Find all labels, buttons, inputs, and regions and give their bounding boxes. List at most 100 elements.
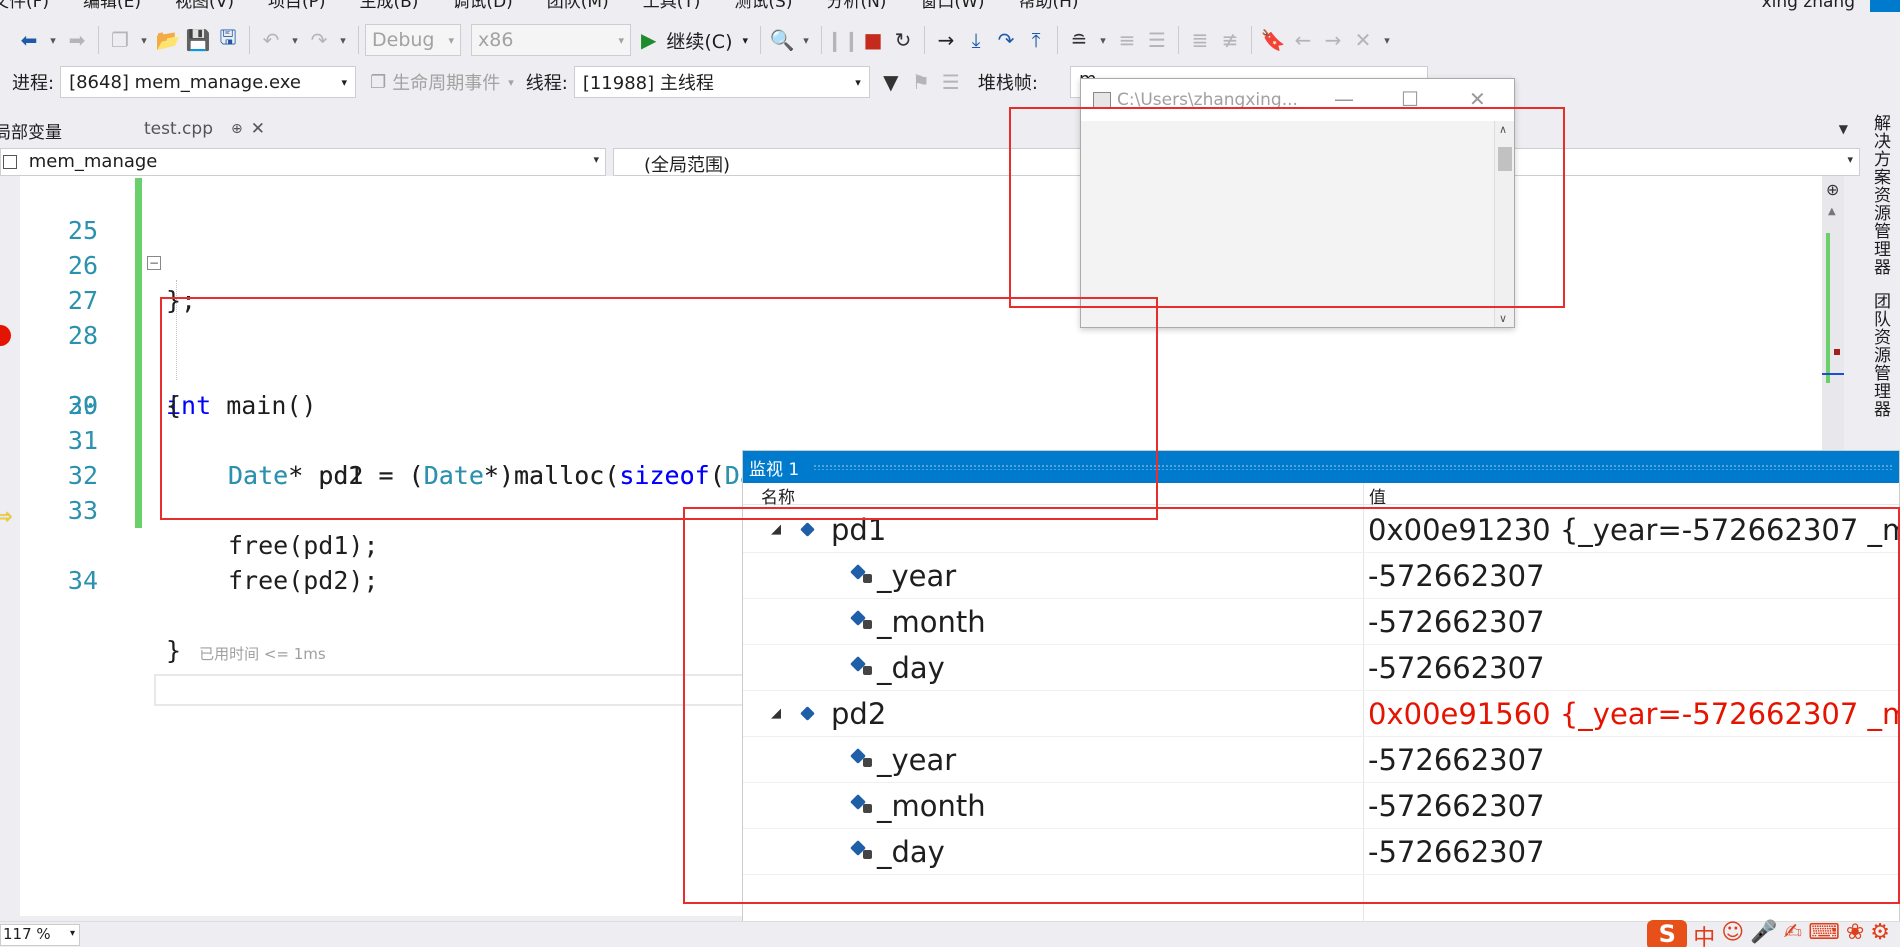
stack-icon[interactable]: ☰ (1142, 25, 1172, 55)
show-next-statement-icon[interactable]: → (931, 25, 961, 55)
toolbar-options-icon[interactable]: ▾ (1378, 25, 1396, 55)
column-header-value[interactable]: 值 (1369, 483, 1386, 508)
menu-build[interactable]: 生成(B) (360, 0, 419, 12)
toolbar-separator (249, 26, 250, 54)
ime-voice-icon[interactable]: 🎤 (1750, 920, 1777, 947)
change-bar (135, 493, 142, 528)
user-avatar[interactable]: XZ (1870, 0, 1900, 12)
tab-list-dropdown-icon[interactable]: ▼ (1839, 122, 1848, 136)
team-explorer-tab[interactable]: 团队资源管理器 (1868, 292, 1893, 418)
ime-emoji-icon[interactable]: ☺ (1721, 920, 1744, 947)
restart-icon[interactable]: ↻ (888, 25, 918, 55)
find-icon[interactable]: 🔍 (767, 25, 797, 55)
configuration-select[interactable]: Debug ▾ (365, 24, 461, 56)
project-select[interactable]: mem_manage ▾ (0, 148, 606, 176)
menu-team[interactable]: 团队(M) (547, 0, 609, 12)
change-bar (135, 213, 142, 248)
continue-button[interactable]: ▶ 继续(C) ▾ (641, 27, 748, 54)
redo-icon[interactable]: ↷ (304, 25, 334, 55)
prev-bookmark-icon[interactable]: ← (1288, 25, 1318, 55)
ime-logo-icon[interactable]: S (1647, 920, 1688, 947)
step-into-icon[interactable]: ⤓ (961, 25, 991, 55)
console-icon (1093, 92, 1111, 108)
menu-test[interactable]: 测试(S) (734, 0, 792, 12)
zoom-select[interactable]: 117 % ▾ (0, 924, 80, 946)
ime-handwrite-icon[interactable]: ✍ (1784, 920, 1802, 947)
filter-icon[interactable]: ▼ (876, 67, 906, 97)
menu-tools[interactable]: 工具(T) (643, 0, 701, 12)
menu-file[interactable]: 文件(F) (0, 0, 49, 12)
pin-icon[interactable]: ⊕ (231, 121, 243, 137)
stop-icon[interactable]: ■ (858, 25, 888, 55)
menu-view[interactable]: 视图(V) (175, 0, 234, 12)
ime-keyboard-icon[interactable]: ⌨ (1808, 920, 1840, 947)
menu-window[interactable]: 窗口(W) (920, 0, 984, 12)
uncomment-icon[interactable]: ≢ (1215, 25, 1245, 55)
step-over-icon[interactable]: ↷ (991, 25, 1021, 55)
save-icon[interactable]: 💾 (183, 25, 213, 55)
chevron-down-icon: ▾ (855, 75, 861, 89)
continue-label: 继续(C) (666, 30, 733, 53)
chevron-down-icon: ▾ (508, 75, 514, 89)
tab-test-cpp[interactable]: test.cpp ⊕ ✕ (130, 114, 280, 144)
process-select[interactable]: [8648] mem_manage.exe ▾ (60, 66, 357, 98)
menu-edit[interactable]: 编辑(E) (83, 0, 141, 12)
user-name[interactable]: xing zhang (1762, 0, 1855, 12)
next-bookmark-icon[interactable]: → (1318, 25, 1348, 55)
flag-threads-icon[interactable]: ⚑ (906, 67, 936, 97)
new-dropdown-icon[interactable]: ▾ (135, 25, 153, 55)
show-threads-icon[interactable]: ☰ (936, 67, 966, 97)
menu-analyze[interactable]: 分析(N) (826, 0, 886, 12)
menu-project[interactable]: 项目(P) (268, 0, 326, 12)
closing-brace: } (166, 636, 182, 665)
find-dropdown-icon[interactable]: ▾ (797, 25, 815, 55)
change-bar (135, 318, 142, 353)
ime-tools-icon[interactable]: ⚙ (1870, 920, 1890, 947)
pause-icon[interactable]: ❙❙ (826, 25, 860, 55)
toolbar-separator (821, 26, 823, 54)
code-text: free(pd2); (228, 566, 379, 595)
scroll-up-icon[interactable]: ▲ (1828, 206, 1836, 217)
platform-select[interactable]: x86 ▾ (471, 24, 631, 56)
change-bar (135, 178, 142, 213)
collapse-toggle-icon[interactable]: − (147, 256, 161, 270)
thread-icon[interactable]: ≡ (1112, 25, 1142, 55)
lifecycle-events-button[interactable]: ❐ 生命周期事件 ▾ (370, 69, 514, 95)
back-icon[interactable]: ⬅ (14, 25, 44, 55)
status-bar: 117 % ▾ S 中 ☺ 🎤 ✍ ⌨ ❀ ⚙ (0, 920, 1900, 947)
new-item-icon[interactable]: ❐ (105, 25, 135, 55)
undo-icon[interactable]: ↶ (256, 25, 286, 55)
scroll-down-icon[interactable]: ∨ (1499, 312, 1507, 325)
breakpoint-icon[interactable] (0, 325, 11, 346)
forward-icon[interactable]: ➡ (62, 25, 92, 55)
ime-chinese-icon[interactable]: 中 (1693, 920, 1715, 947)
menu-help[interactable]: 帮助(H) (1019, 0, 1079, 12)
solution-explorer-tab[interactable]: 解决方案资源管理器 (1868, 114, 1893, 276)
chevron-down-icon: ▾ (69, 928, 75, 939)
hex-dropdown-icon[interactable]: ▾ (1094, 25, 1112, 55)
bookmark-icon[interactable]: 🔖 (1258, 25, 1288, 55)
change-bar (135, 423, 142, 458)
tab-locals[interactable]: 局部变量 (0, 118, 62, 143)
close-icon[interactable]: ✕ (251, 119, 265, 139)
lifecycle-icon: ❐ (370, 71, 387, 93)
split-window-icon[interactable]: ⊕ (1826, 180, 1839, 199)
comment-icon[interactable]: ≣ (1185, 25, 1215, 55)
back-dropdown-icon[interactable]: ▾ (44, 25, 62, 55)
code-text: } 已用时间 <= 1ms (166, 633, 326, 672)
redo-dropdown-icon[interactable]: ▾ (334, 25, 352, 55)
change-bar (135, 458, 142, 493)
undo-dropdown-icon[interactable]: ▾ (286, 25, 304, 55)
step-out-icon[interactable]: ⤒ (1021, 25, 1051, 55)
hex-display-icon[interactable]: ≘ (1064, 25, 1094, 55)
ime-skin-icon[interactable]: ❀ (1846, 920, 1864, 947)
thread-select[interactable]: [11988] 主线程 ▾ (573, 66, 870, 98)
clear-bookmarks-icon[interactable]: ✕ (1348, 25, 1378, 55)
stack-frame-label: 堆栈帧: (977, 73, 1038, 94)
menu-bar: 文件(F) 编辑(E) 视图(V) 项目(P) 生成(B) 调试(D) 团队(M… (0, 0, 1900, 12)
save-all-icon[interactable]: 🖫 (213, 25, 243, 55)
menu-debug[interactable]: 调试(D) (452, 0, 512, 12)
change-bar (135, 248, 142, 283)
open-folder-icon[interactable]: 📂 (153, 25, 183, 55)
current-line-highlight (154, 674, 744, 706)
